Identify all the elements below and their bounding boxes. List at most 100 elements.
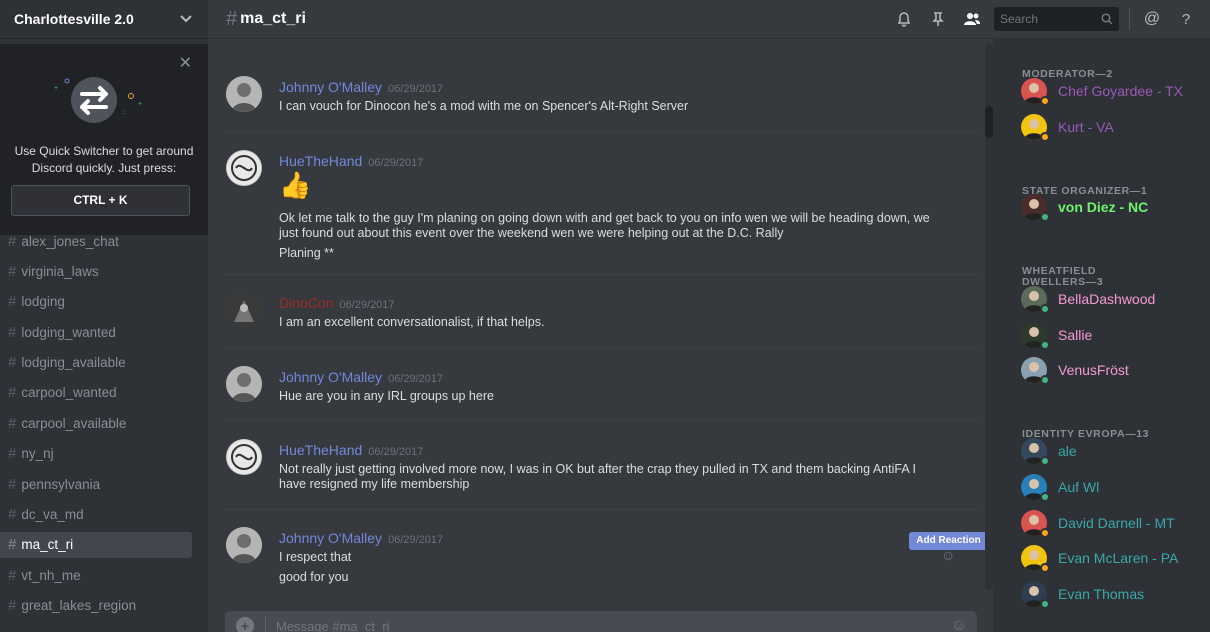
channel-item-lodging[interactable]: # lodging: [0, 289, 192, 315]
channel-sidebar: Charlottesville 2.0 ✕ + + :: · Use Quick…: [0, 0, 208, 632]
close-icon[interactable]: ✕: [179, 56, 192, 72]
member-name: Kurt - VA: [1058, 119, 1114, 135]
message-text: Not really just getting involved more no…: [279, 462, 916, 476]
search-icon: [1101, 13, 1113, 25]
avatar[interactable]: [226, 292, 262, 328]
avatar: [1021, 357, 1050, 385]
channel-hash-icon: #: [8, 536, 17, 554]
status-indicator: [1040, 563, 1050, 573]
member-item[interactable]: Chef Goyardee - TX: [1021, 76, 1183, 106]
svg-text:+: +: [138, 101, 142, 108]
upload-plus-icon[interactable]: +: [236, 617, 254, 632]
bell-icon[interactable]: [892, 7, 916, 31]
channel-item-vt_nh_me[interactable]: # vt_nh_me: [0, 562, 192, 588]
avatar[interactable]: [226, 76, 262, 112]
header-divider: [1129, 8, 1130, 30]
channel-item-virginia_laws[interactable]: # virginia_laws: [0, 258, 192, 284]
message-text: good for you: [279, 570, 349, 584]
message-divider: [224, 131, 977, 132]
message-composer[interactable]: + Message #ma_ct_ri ☺: [225, 611, 977, 632]
message-timestamp: 06/29/2017: [388, 534, 444, 546]
member-name: VenusFröst: [1058, 362, 1129, 378]
status-indicator: [1040, 212, 1050, 222]
members-icon[interactable]: [960, 7, 984, 31]
status-indicator: [1040, 96, 1050, 106]
member-item[interactable]: BellaDashwood: [1021, 284, 1155, 314]
channel-hash-icon: #: [8, 414, 17, 432]
channel-label: great_lakes_region: [21, 598, 137, 614]
server-header[interactable]: Charlottesville 2.0: [0, 0, 208, 38]
channel-item-carpool_available[interactable]: # carpool_available: [0, 410, 192, 436]
channel-item-ny_nj[interactable]: # ny_nj: [0, 441, 192, 467]
message-author[interactable]: HueTheHand: [279, 153, 362, 169]
member-item[interactable]: Kurt - VA: [1021, 112, 1114, 142]
avatar: [1021, 194, 1050, 222]
member-item[interactable]: von Diez - NC: [1021, 192, 1148, 222]
avatar[interactable]: [226, 439, 262, 475]
chevron-down-icon[interactable]: [180, 15, 192, 23]
channel-hash-icon: #: [8, 293, 17, 311]
message-header: Johnny O'Malley 06/29/2017: [279, 369, 443, 385]
channel-hash-icon: #: [8, 506, 17, 524]
member-name: David Darnell - MT: [1058, 515, 1175, 531]
channel-label: virginia_laws: [21, 263, 99, 279]
channel-hash-icon: #: [8, 566, 17, 584]
message-divider: [224, 509, 977, 510]
avatar: [1021, 114, 1050, 142]
channel-item-great_lakes_region[interactable]: # great_lakes_region: [0, 593, 192, 619]
channel-item-alex_jones_chat[interactable]: # alex_jones_chat: [0, 228, 192, 254]
channel-item-lodging_available[interactable]: # lodging_available: [0, 350, 192, 376]
member-item[interactable]: Sallie: [1021, 320, 1092, 350]
svg-text:+: +: [54, 85, 58, 92]
message-text: just found out about this event over the…: [279, 226, 784, 240]
member-item[interactable]: Evan Thomas: [1021, 579, 1144, 609]
channel-item-lodging_wanted[interactable]: # lodging_wanted: [0, 319, 192, 345]
avatar[interactable]: [226, 366, 262, 402]
avatar: [1021, 438, 1050, 466]
member-item[interactable]: VenusFröst: [1021, 355, 1129, 385]
mention-icon[interactable]: @: [1140, 7, 1164, 31]
channel-label: lodging_wanted: [21, 324, 116, 340]
message-input[interactable]: Message #ma_ct_ri: [276, 619, 951, 632]
channel-item-ma_ct_ri[interactable]: # ma_ct_ri: [0, 531, 192, 558]
member-item[interactable]: David Darnell - MT: [1021, 508, 1175, 538]
member-item[interactable]: Evan McLaren - PA: [1021, 543, 1178, 573]
channel-label: vt_nh_me: [21, 567, 81, 583]
member-list: MODERATOR—2 Chef Goyardee - TX Kurt - VA ST…: [993, 38, 1210, 632]
channel-item-pennsylvania[interactable]: # pennsylvania: [0, 471, 192, 497]
channel-list: # alex_jones_chat # virginia_laws # lodging # l…: [0, 228, 208, 623]
message-author[interactable]: Johnny O'Malley: [279, 369, 382, 385]
message-text: Ok let me talk to the guy I'm planing on…: [279, 211, 930, 225]
member-item[interactable]: ale: [1021, 436, 1077, 466]
message-author[interactable]: HueTheHand: [279, 442, 362, 458]
channel-item-dc_va_md[interactable]: # dc_va_md: [0, 502, 192, 528]
pin-icon[interactable]: [926, 7, 950, 31]
channel-label: lodging_available: [21, 355, 126, 371]
message-text: Hue are you in any IRL groups up here: [279, 389, 494, 403]
avatar: [1021, 581, 1050, 609]
message-author[interactable]: Johnny O'Malley: [279, 79, 382, 95]
quick-switcher-text-1: Use Quick Switcher to get around: [14, 144, 194, 158]
avatar[interactable]: [226, 150, 262, 186]
channel-hash-icon: #: [8, 475, 17, 493]
member-name: Evan McLaren - PA: [1058, 550, 1179, 566]
help-icon[interactable]: ?: [1174, 7, 1198, 31]
channel-label: pennsylvania: [21, 476, 101, 492]
avatar[interactable]: [226, 527, 262, 563]
message-author[interactable]: Johnny O'Malley: [279, 530, 382, 546]
channel-item-carpool_wanted[interactable]: # carpool_wanted: [0, 380, 192, 406]
avatar: [1021, 474, 1050, 502]
message-author[interactable]: DinoCon: [279, 295, 333, 311]
channel-hash-icon: #: [8, 445, 17, 463]
search-input[interactable]: Search: [994, 7, 1119, 31]
channel-hash-icon: #: [8, 262, 17, 280]
member-name: Sallie: [1058, 327, 1093, 343]
server-name: Charlottesville 2.0: [14, 11, 134, 27]
emoji-picker-icon[interactable]: ☺: [951, 617, 967, 632]
add-reaction-icon[interactable]: ☺: [941, 547, 955, 563]
member-item[interactable]: Auf Wl: [1021, 472, 1099, 502]
status-indicator: [1040, 375, 1050, 385]
scrollbar-thumb[interactable]: [985, 106, 993, 138]
message-timestamp: 06/29/2017: [388, 373, 444, 385]
channel-label: lodging: [21, 294, 65, 310]
